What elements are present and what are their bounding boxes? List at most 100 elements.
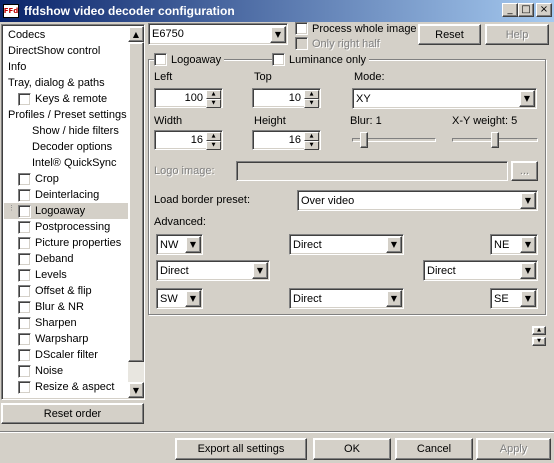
n-select[interactable]: Direct ▼: [289, 234, 404, 255]
luminance-only-checkbox[interactable]: Luminance only: [272, 53, 370, 66]
checkbox-icon[interactable]: [18, 284, 31, 298]
se-select[interactable]: SE ▼: [490, 288, 538, 309]
height-value[interactable]: 16: [253, 134, 304, 146]
sidebar-item[interactable]: Offset & flip: [4, 283, 128, 299]
width-value[interactable]: 16: [155, 134, 206, 146]
logo-image-field[interactable]: [236, 161, 508, 181]
chevron-down-icon[interactable]: ▼: [519, 90, 535, 107]
xy-weight-slider[interactable]: [452, 130, 538, 150]
blur-thumb[interactable]: [360, 132, 368, 148]
nw-select[interactable]: NW ▼: [156, 234, 203, 255]
checkbox-icon[interactable]: [18, 252, 31, 266]
scroll-down-button[interactable]: ▼: [128, 382, 144, 398]
width-spinner[interactable]: 16 ▲ ▼: [154, 130, 223, 150]
sidebar-item[interactable]: Blur & NR: [4, 299, 128, 315]
move-up-icon[interactable]: ▲: [532, 326, 546, 335]
spin-up-icon[interactable]: ▲: [304, 90, 319, 99]
chevron-down-icon[interactable]: ▼: [270, 25, 286, 43]
xy-weight-thumb[interactable]: [491, 132, 499, 148]
sidebar-item[interactable]: Crop: [4, 171, 128, 187]
sidebar-item[interactable]: Deband: [4, 251, 128, 267]
minimize-button[interactable]: _: [502, 3, 518, 17]
sidebar-item[interactable]: Warpsharp: [4, 331, 128, 347]
border-preset-select[interactable]: Over video ▼: [297, 190, 538, 211]
sidebar-item[interactable]: DScaler filter: [4, 347, 128, 363]
sidebar-item[interactable]: Postprocessing: [4, 219, 128, 235]
maximize-button[interactable]: □: [518, 3, 534, 17]
left-value[interactable]: 100: [155, 92, 206, 104]
sidebar-item[interactable]: Deinterlacing: [4, 187, 128, 203]
preset-select[interactable]: E6750 ▼: [148, 23, 288, 45]
apply-button[interactable]: Apply: [476, 438, 551, 460]
w-select[interactable]: Direct ▼: [156, 260, 270, 281]
logoaway-enable-checkbox[interactable]: Logoaway: [154, 53, 225, 66]
browse-button[interactable]: ...: [511, 161, 538, 181]
drag-handle-icon[interactable]: ⋮⋮: [8, 205, 22, 216]
checkbox-icon[interactable]: [18, 316, 31, 330]
checkbox-icon[interactable]: [18, 172, 31, 186]
top-spinner[interactable]: 10 ▲ ▼: [252, 88, 321, 108]
sidebar-item[interactable]: Intel® QuickSync: [4, 155, 128, 171]
chevron-down-icon[interactable]: ▼: [520, 290, 536, 307]
cancel-button[interactable]: Cancel: [395, 438, 473, 460]
sidebar-item[interactable]: Picture properties: [4, 235, 128, 251]
chevron-down-icon[interactable]: ▼: [386, 290, 402, 307]
left-spinner[interactable]: 100 ▲ ▼: [154, 88, 223, 108]
sidebar-item[interactable]: Info: [4, 59, 128, 75]
checkbox-icon[interactable]: [18, 268, 31, 282]
checkbox-icon[interactable]: [272, 53, 285, 66]
s-select[interactable]: Direct ▼: [289, 288, 404, 309]
sidebar-item[interactable]: Show / hide filters: [4, 123, 128, 139]
spin-up-icon[interactable]: ▲: [206, 132, 221, 141]
move-down-icon[interactable]: ▼: [532, 337, 546, 346]
checkbox-icon[interactable]: [18, 332, 31, 346]
checkbox-icon[interactable]: [18, 236, 31, 250]
process-whole-image-checkbox[interactable]: Process whole image: [295, 22, 417, 35]
chevron-down-icon[interactable]: ▼: [185, 290, 201, 307]
sidebar-item[interactable]: Decoder options: [4, 139, 128, 155]
ne-select[interactable]: NE ▼: [490, 234, 538, 255]
checkbox-icon[interactable]: [18, 92, 31, 106]
spin-down-icon[interactable]: ▼: [206, 141, 221, 150]
only-right-half-checkbox[interactable]: Only right half: [295, 37, 380, 50]
sidebar-item[interactable]: Sharpen: [4, 315, 128, 331]
sidebar-item[interactable]: DirectShow control: [4, 43, 128, 59]
e-select[interactable]: Direct ▼: [423, 260, 538, 281]
blur-slider[interactable]: [352, 130, 436, 150]
spin-down-icon[interactable]: ▼: [304, 141, 319, 150]
sidebar-item[interactable]: Codecs: [4, 27, 128, 43]
close-button[interactable]: ×: [536, 3, 552, 17]
sw-select[interactable]: SW ▼: [156, 288, 203, 309]
checkbox-icon[interactable]: [18, 380, 31, 394]
checkbox-icon[interactable]: [18, 188, 31, 202]
sidebar-item[interactable]: ⋮⋮ Logoaway: [4, 203, 128, 219]
tree-scrollbar[interactable]: ▲ ▼: [128, 26, 144, 398]
mode-select[interactable]: XY ▼: [352, 88, 537, 109]
chevron-down-icon[interactable]: ▼: [520, 262, 536, 279]
sidebar-item[interactable]: Resize & aspect: [4, 379, 128, 395]
sidebar-item[interactable]: Borders: [4, 395, 128, 397]
chevron-down-icon[interactable]: ▼: [386, 236, 402, 253]
sidebar-item[interactable]: Profiles / Preset settings: [4, 107, 128, 123]
checkbox-icon[interactable]: [18, 300, 31, 314]
spin-down-icon[interactable]: ▼: [206, 99, 221, 108]
scroll-thumb[interactable]: [128, 42, 144, 362]
spin-up-icon[interactable]: ▲: [304, 132, 319, 141]
reset-order-button[interactable]: Reset order: [1, 403, 144, 424]
reset-button[interactable]: Reset: [418, 24, 481, 45]
scroll-up-button[interactable]: ▲: [128, 26, 144, 42]
checkbox-icon[interactable]: [295, 37, 308, 50]
sidebar-item[interactable]: Noise: [4, 363, 128, 379]
app-icon[interactable]: FFd: [3, 4, 19, 18]
top-value[interactable]: 10: [253, 92, 304, 104]
spin-down-icon[interactable]: ▼: [304, 99, 319, 108]
sidebar-item[interactable]: Levels: [4, 267, 128, 283]
chevron-down-icon[interactable]: ▼: [520, 236, 536, 253]
help-button[interactable]: Help: [485, 24, 549, 45]
checkbox-icon[interactable]: [295, 22, 308, 35]
checkbox-icon[interactable]: [18, 220, 31, 234]
checkbox-icon[interactable]: [154, 53, 167, 66]
height-spinner[interactable]: 16 ▲ ▼: [252, 130, 321, 150]
sidebar-item[interactable]: Keys & remote: [4, 91, 128, 107]
chevron-down-icon[interactable]: ▼: [520, 192, 536, 209]
